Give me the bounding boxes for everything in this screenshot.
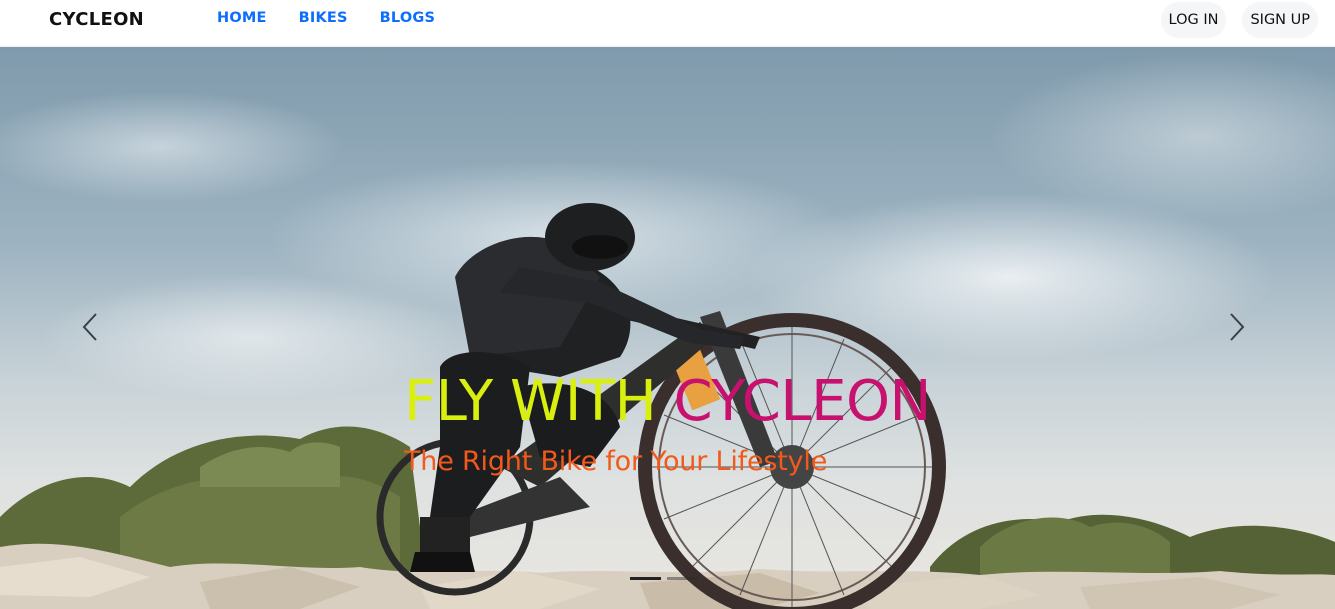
hero-headline: FLY WITH CYCLEON [404,369,931,435]
hero-background-image [0,203,1335,609]
signup-button[interactable]: SIGN UP [1242,2,1318,38]
nav-link-bikes[interactable]: BIKES [299,10,348,26]
nav-link-blogs[interactable]: BLOGS [380,10,435,26]
carousel-next-button[interactable] [1222,310,1252,344]
chevron-left-icon [82,313,97,341]
chevron-right-icon [1230,313,1245,341]
carousel-indicators [630,577,698,580]
auth-buttons: LOG IN SIGN UP [1160,2,1318,38]
carousel-prev-button[interactable] [75,310,105,344]
hero-carousel: FLY WITH CYCLEON The Right Bike for Your… [0,47,1335,609]
brand-logo[interactable]: CYCLEON [49,9,144,30]
hero-caption: FLY WITH CYCLEON The Right Bike for Your… [404,369,931,477]
hero-tagline: The Right Bike for Your Lifestyle [404,446,828,477]
headline-part-2: CYCLEON [673,369,932,434]
login-button[interactable]: LOG IN [1160,2,1227,38]
nav-link-home[interactable]: HOME [217,10,267,26]
headline-part-1: FLY WITH [404,369,657,434]
nav-links: HOME BIKES BLOGS [217,10,467,26]
carousel-indicator-2[interactable] [667,577,698,580]
carousel-indicator-1[interactable] [630,577,661,580]
navbar: CYCLEON HOME BIKES BLOGS LOG IN SIGN UP [0,0,1335,47]
